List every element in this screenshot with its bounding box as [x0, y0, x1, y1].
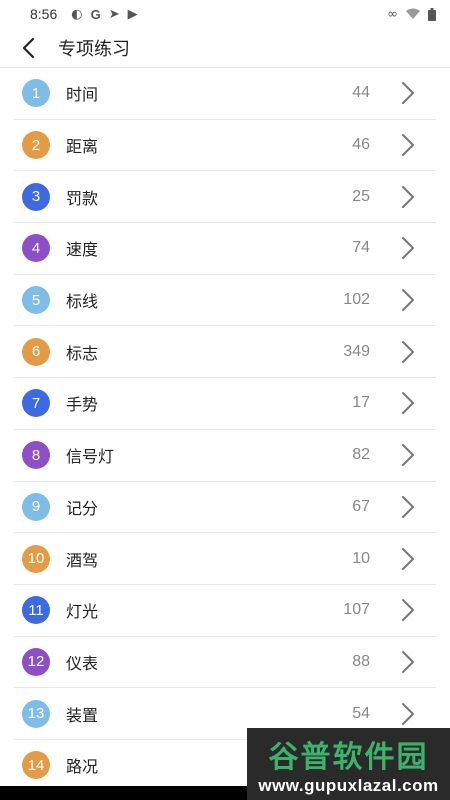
item-label: 装置: [66, 705, 99, 725]
item-count: 25: [352, 187, 370, 205]
list-item[interactable]: 9 记分 67: [14, 482, 436, 534]
watermark-logo: 谷普软件园 www.gupuxlazal.com: [247, 728, 450, 800]
number-badge: 10: [22, 544, 50, 573]
item-label: 速度: [66, 240, 99, 260]
item-label: 酒驾: [66, 550, 99, 570]
item-count: 102: [343, 291, 370, 309]
item-count: 349: [343, 342, 370, 360]
watermark-title: 谷普软件园: [268, 740, 429, 775]
app-bar: 专项练习: [0, 28, 450, 68]
item-label: 标线: [66, 292, 99, 312]
chevron-right-icon: [402, 289, 414, 312]
wifi-icon: [406, 8, 420, 19]
number-badge: 5: [22, 286, 50, 315]
list-item[interactable]: 5 标线 102: [14, 275, 436, 327]
item-count: 44: [352, 84, 370, 102]
number-badge: 4: [22, 234, 50, 263]
item-label: 灯光: [66, 602, 99, 622]
chevron-right-icon: [402, 82, 414, 105]
item-label: 时间: [66, 85, 99, 105]
number-badge: 12: [22, 647, 50, 676]
item-label: 距离: [66, 137, 99, 157]
number-badge: 6: [22, 337, 50, 366]
number-badge: 3: [22, 182, 50, 211]
app-icon: ◐: [71, 6, 83, 22]
chevron-right-icon: [402, 444, 414, 467]
list-item[interactable]: 1 时间 44: [14, 68, 436, 120]
chevron-right-icon: [402, 650, 414, 673]
status-bar: 8:56 ◐ G ➤ ▶ ∞: [0, 0, 450, 28]
chevron-right-icon: [402, 392, 414, 415]
google-icon: G: [90, 6, 101, 22]
item-label: 手势: [66, 395, 99, 415]
chevron-right-icon: [402, 495, 414, 518]
item-count: 67: [352, 497, 370, 515]
list-item[interactable]: 8 信号灯 82: [14, 430, 436, 482]
item-label: 罚款: [66, 188, 99, 208]
back-button[interactable]: [0, 28, 56, 68]
number-badge: 14: [22, 751, 50, 780]
chevron-right-icon: [402, 134, 414, 157]
item-count: 54: [352, 704, 370, 722]
play-icon: ▶: [127, 6, 138, 22]
item-label: 记分: [66, 498, 99, 518]
navigation-bar: [0, 786, 247, 800]
chevron-right-icon: [402, 547, 414, 570]
status-time: 8:56: [30, 6, 58, 22]
item-label: 信号灯: [66, 447, 115, 467]
number-badge: 11: [22, 596, 50, 625]
number-badge: 2: [22, 131, 50, 160]
number-badge: 9: [22, 492, 50, 521]
item-label: 标志: [66, 343, 99, 363]
list-item[interactable]: 7 手势 17: [14, 378, 436, 430]
status-left: 8:56 ◐ G ➤ ▶: [30, 6, 138, 22]
back-arrow-icon: [22, 37, 35, 58]
chevron-right-icon: [402, 340, 414, 363]
item-count: 107: [343, 601, 370, 619]
telegram-icon: ➤: [108, 6, 120, 22]
list-item[interactable]: 11 灯光 107: [14, 585, 436, 637]
number-badge: 7: [22, 389, 50, 418]
number-badge: 1: [22, 79, 50, 108]
item-count: 17: [352, 394, 370, 412]
status-right: ∞: [387, 6, 436, 22]
link-icon: ∞: [387, 6, 398, 22]
chevron-right-icon: [402, 237, 414, 260]
item-count: 82: [352, 446, 370, 464]
page-title: 专项练习: [58, 38, 130, 60]
item-label: 仪表: [66, 653, 99, 673]
chevron-right-icon: [402, 599, 414, 622]
list-item[interactable]: 4 速度 74: [14, 223, 436, 275]
battery-icon: [428, 7, 436, 21]
item-count: 74: [352, 239, 370, 257]
list-item[interactable]: 12 仪表 88: [14, 637, 436, 689]
chevron-right-icon: [402, 185, 414, 208]
list-item[interactable]: 6 标志 349: [14, 326, 436, 379]
item-count: 10: [352, 549, 370, 567]
list-item[interactable]: 2 距离 46: [14, 120, 436, 172]
item-count: 88: [352, 652, 370, 670]
watermark-url: www.gupuxlazal.com: [258, 776, 439, 795]
item-count: 46: [352, 136, 370, 154]
list-item[interactable]: 10 酒驾 10: [14, 533, 436, 585]
number-badge: 13: [22, 699, 50, 728]
practice-list: 1 时间 44 2 距离 46 3 罚款 25 4 速度 74 5 标线 102 6 标志 349 7 手势 17 8 信号…: [14, 68, 436, 792]
chevron-right-icon: [402, 702, 414, 725]
number-badge: 8: [22, 441, 50, 470]
list-item[interactable]: 3 罚款 25: [14, 171, 436, 224]
